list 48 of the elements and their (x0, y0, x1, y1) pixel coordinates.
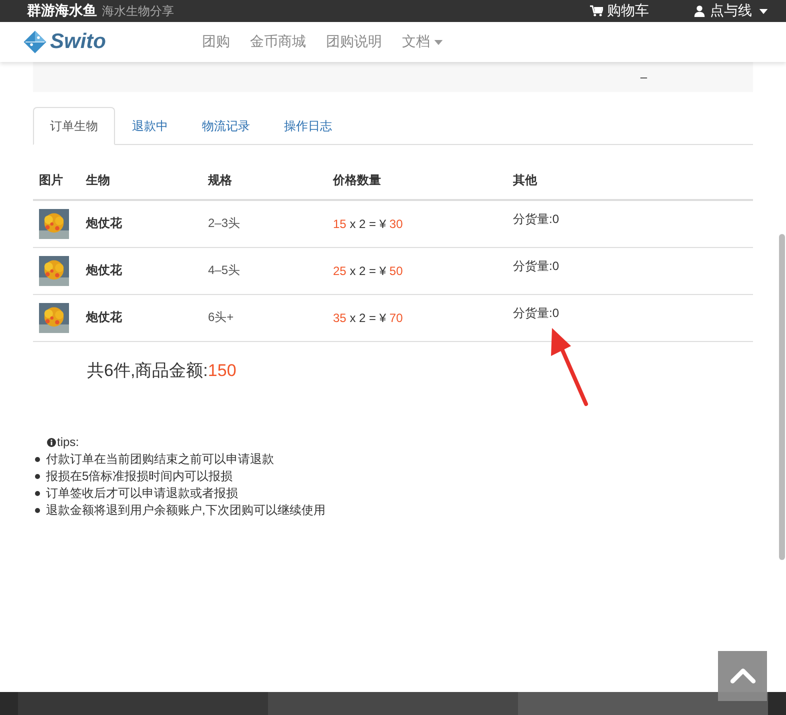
tab[interactable]: 操作日志 (267, 107, 349, 145)
column-header: 生物 (80, 161, 202, 200)
bullet-icon (35, 456, 40, 462)
nav-link[interactable]: 团购说明 (326, 33, 382, 51)
info-icon (47, 438, 56, 446)
tab[interactable]: 物流记录 (185, 107, 267, 145)
table-cell: 分货量:0 (507, 200, 753, 247)
cart-icon (590, 5, 603, 17)
table-cell: 6头+ (202, 294, 327, 341)
chevron-up-icon (730, 668, 756, 684)
tip-text: 退款金额将退到用户余额账户,下次团购可以继续使用 (46, 502, 326, 518)
cart-link[interactable]: 购物车 (590, 2, 649, 20)
site-tagline: 海水生物分享 (102, 2, 174, 20)
site-name[interactable]: 群游海水鱼 (27, 2, 97, 20)
bullet-icon (35, 508, 40, 512)
tip-text: 订单签收后才可以申请退款或者报损 (46, 484, 238, 502)
table-cell: 炮仗花 (80, 200, 202, 247)
tips-title: tips: (57, 434, 80, 450)
column-header: 规格 (202, 161, 327, 200)
tip-text: 报损在5倍标准报损时间内可以报损 (46, 468, 233, 484)
table-cell: 炮仗花 (80, 247, 202, 294)
column-header: 价格数量 (327, 161, 507, 200)
tip-text: 付款订单在当前团购结束之前可以申请退款 (46, 450, 274, 468)
user-icon (693, 5, 706, 17)
nav-link[interactable]: 金币商城 (250, 33, 306, 51)
fish-logo-icon (22, 29, 48, 55)
logo[interactable]: Swito (22, 29, 202, 55)
tab[interactable]: 订单生物 (33, 107, 115, 145)
table-cell: 2–3头 (202, 200, 327, 247)
bullet-icon (35, 474, 40, 478)
user-menu[interactable]: 点与线 (693, 2, 768, 20)
nav-link[interactable]: 文档 (402, 33, 443, 51)
column-header: 图片 (33, 161, 80, 200)
table-cell: 炮仗花 (80, 294, 202, 341)
column-header: 其他 (507, 161, 753, 200)
table-cell: 4–5头 (202, 247, 327, 294)
scrollbar-thumb[interactable] (779, 234, 785, 560)
nav-link[interactable]: 团购 (202, 33, 230, 51)
back-to-top-button[interactable] (718, 651, 767, 701)
order-total: 共6件,商品金额:150 (87, 360, 238, 382)
table-cell: 分货量:0 (507, 247, 753, 294)
status-value: – (640, 70, 647, 84)
tab[interactable]: 退款中 (115, 107, 185, 145)
price-cell: 15 x 2 = ¥ 30 (327, 200, 507, 247)
price-cell: 35 x 2 = ¥ 70 (327, 294, 507, 341)
caret-icon (759, 8, 768, 14)
price-cell: 25 x 2 = ¥ 50 (327, 247, 507, 294)
bullet-icon (35, 490, 40, 496)
